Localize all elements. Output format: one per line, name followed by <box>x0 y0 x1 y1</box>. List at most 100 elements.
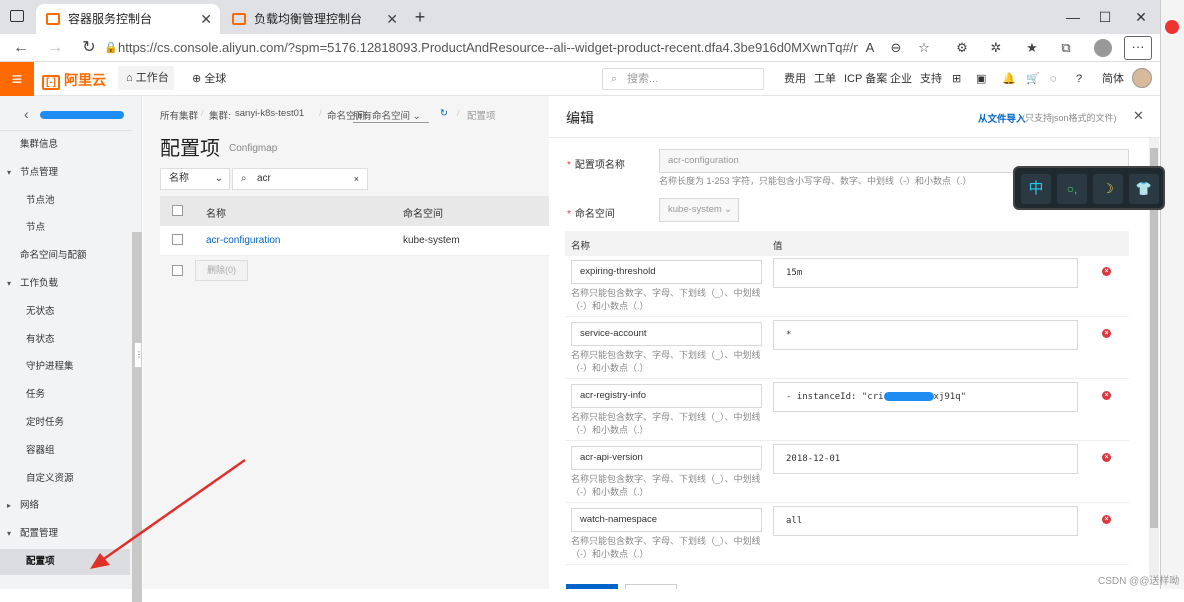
breadcrumb-sep: / <box>457 108 460 119</box>
aliyun-logo[interactable]: [-] 阿里云 <box>42 70 106 90</box>
delete-entry-icon[interactable]: × <box>1102 267 1111 276</box>
sidebar-item[interactable]: 命名空间与配额 <box>0 243 130 269</box>
help-icon[interactable]: ? <box>1076 62 1082 96</box>
footer-checkbox[interactable] <box>172 265 183 276</box>
redaction-mark <box>883 392 934 401</box>
nav-link-billing[interactable]: 费用 <box>784 62 806 96</box>
minimize-button[interactable]: — <box>1058 6 1088 28</box>
search-input[interactable]: ⌕ acr × <box>232 168 368 190</box>
nav-link-icp[interactable]: ICP 备案 <box>844 62 887 96</box>
ime-punctuation-icon[interactable]: ○, <box>1057 174 1087 204</box>
workbench-link[interactable]: ⌂ 工作台 <box>118 66 174 90</box>
sidebar-item[interactable]: 节点池 <box>0 188 130 214</box>
notification-badge[interactable] <box>1165 20 1179 34</box>
browser-tab-slb[interactable]: 负载均衡管理控制台 ✕ <box>222 4 406 34</box>
delete-button[interactable]: 删除(0) <box>195 260 248 281</box>
breadcrumb-all-clusters[interactable]: 所有集群 <box>160 108 198 122</box>
config-value-field[interactable]: 2018-12-01 <box>773 444 1078 474</box>
tab-actions-icon[interactable] <box>10 10 24 22</box>
sidebar-item[interactable]: 无状态 <box>0 299 130 325</box>
ime-skin-icon[interactable]: 👕 <box>1129 174 1159 204</box>
language-switch[interactable]: 简体 <box>1102 62 1124 96</box>
clear-icon[interactable]: × <box>354 169 359 189</box>
delete-entry-icon[interactable]: × <box>1102 391 1111 400</box>
sidebar-item[interactable]: 守护进程集 <box>0 354 130 380</box>
sidebar-item-label: 任务 <box>26 389 46 401</box>
nav-link-enterprise[interactable]: 企业 <box>890 62 912 96</box>
select-all-checkbox[interactable] <box>172 205 183 216</box>
config-key-field[interactable]: acr-api-version <box>571 446 762 470</box>
sidebar-item-label: 守护进程集 <box>26 361 74 373</box>
close-window-button[interactable]: ✕ <box>1126 6 1156 28</box>
sidebar-item[interactable]: ▾ 工作负载 <box>0 271 130 297</box>
config-value-text: 2018-12-01 <box>786 454 841 464</box>
close-tab-icon[interactable]: ✕ <box>200 4 212 34</box>
forward-icon[interactable]: → <box>44 37 66 59</box>
nav-link-support[interactable]: 支持 <box>920 62 942 96</box>
configmap-name-hint: 名称长度为 1-253 字符，只能包含小写字母、数字、中划线（-）和小数点（.） <box>659 176 972 186</box>
sidebar-item[interactable]: 有状态 <box>0 327 130 353</box>
collections-icon[interactable]: ⧉ <box>1056 38 1076 58</box>
sidebar-item[interactable]: 定时任务 <box>0 410 130 436</box>
filter-field-select[interactable]: 名称 ⌄ <box>160 168 230 190</box>
extension-icon[interactable]: ⚙ <box>952 38 972 58</box>
url-field[interactable]: https://cs.console.aliyun.com/?spm=5176.… <box>118 37 858 59</box>
new-tab-button[interactable]: + <box>410 6 430 28</box>
row-divider <box>565 564 1129 565</box>
import-from-file-link[interactable]: 从文件导入 <box>978 111 1026 125</box>
sidebar-item-label: 工作负载 <box>20 278 59 289</box>
delete-entry-icon[interactable]: × <box>1102 329 1111 338</box>
sidebar-collapse-handle[interactable]: ⋮ <box>134 342 143 368</box>
favorites-icon[interactable]: ★ <box>1022 38 1042 58</box>
user-avatar[interactable] <box>1132 68 1152 88</box>
config-value-field[interactable]: all <box>773 506 1078 536</box>
config-value-field[interactable]: 15m <box>773 258 1078 288</box>
reload-icon[interactable]: ↻ <box>78 37 100 59</box>
sidebar-item[interactable]: 节点 <box>0 215 130 241</box>
browser-tab-container-service[interactable]: 容器服务控制台 ✕ <box>36 4 220 34</box>
row-checkbox[interactable] <box>172 234 183 245</box>
sidebar-item[interactable]: 任务 <box>0 382 130 408</box>
more-menu-button[interactable]: ··· <box>1124 36 1152 60</box>
puzzle-icon[interactable]: ✲ <box>986 38 1006 58</box>
terminal-icon[interactable]: ▣ <box>976 62 986 96</box>
back-chevron-icon[interactable]: ‹ <box>24 106 29 122</box>
close-tab-icon[interactable]: ✕ <box>386 4 398 34</box>
breadcrumb-cluster-name[interactable]: sanyi-k8s-test01 <box>235 108 304 119</box>
add-favorite-icon[interactable]: ☆ <box>914 38 934 58</box>
configmap-name-link[interactable]: acr-configuration <box>206 235 280 246</box>
console-search-input[interactable]: ⌕ 搜索... <box>602 68 764 90</box>
sidebar-item[interactable]: ▾ 节点管理 <box>0 160 130 186</box>
cloud-shell-icon[interactable]: ⊞ <box>952 62 961 96</box>
config-value-field[interactable]: * <box>773 320 1078 350</box>
bell-icon[interactable]: 🔔 <box>1002 62 1016 96</box>
delete-entry-icon[interactable]: × <box>1102 515 1111 524</box>
config-value-field[interactable]: - instanceId: "cri xj91q" <box>773 382 1078 412</box>
drawer-header-divider <box>549 137 1160 138</box>
maximize-button[interactable]: ☐ <box>1090 6 1120 28</box>
back-icon[interactable]: ← <box>10 37 32 59</box>
config-key-field[interactable]: service-account <box>571 322 762 346</box>
menu-icon[interactable]: ≡ <box>0 62 34 96</box>
close-drawer-icon[interactable]: ✕ <box>1133 108 1144 124</box>
refresh-icon[interactable]: ↻ <box>440 108 448 119</box>
config-key-field[interactable]: watch-namespace <box>571 508 762 532</box>
nav-link-ticket[interactable]: 工单 <box>814 62 836 96</box>
zoom-icon[interactable]: ⊖ <box>886 38 906 58</box>
read-aloud-icon[interactable]: A <box>860 38 880 58</box>
hint-line: （-）和小数点（.） <box>571 549 649 559</box>
cart-icon[interactable]: 🛒 <box>1026 62 1040 96</box>
region-selector[interactable]: ⊕ 全球 <box>192 62 226 96</box>
ime-halfwidth-icon[interactable]: ☽ <box>1093 174 1123 204</box>
ime-chinese-mode[interactable]: 中 <box>1021 174 1051 204</box>
lightbulb-icon[interactable]: ◌ <box>1050 62 1057 96</box>
delete-entry-icon[interactable]: × <box>1102 453 1111 462</box>
namespace-selector[interactable]: 所有命名空间 ⌄ <box>353 108 429 123</box>
config-key-field[interactable]: acr-registry-info <box>571 384 762 408</box>
profile-avatar[interactable] <box>1094 39 1112 57</box>
cancel-button[interactable] <box>625 584 677 589</box>
sidebar-item[interactable]: 集群信息 <box>0 132 130 158</box>
config-key-field[interactable]: expiring-threshold <box>571 260 762 284</box>
namespace-select[interactable]: kube-system ⌄ <box>659 198 739 222</box>
confirm-button[interactable] <box>566 584 618 589</box>
